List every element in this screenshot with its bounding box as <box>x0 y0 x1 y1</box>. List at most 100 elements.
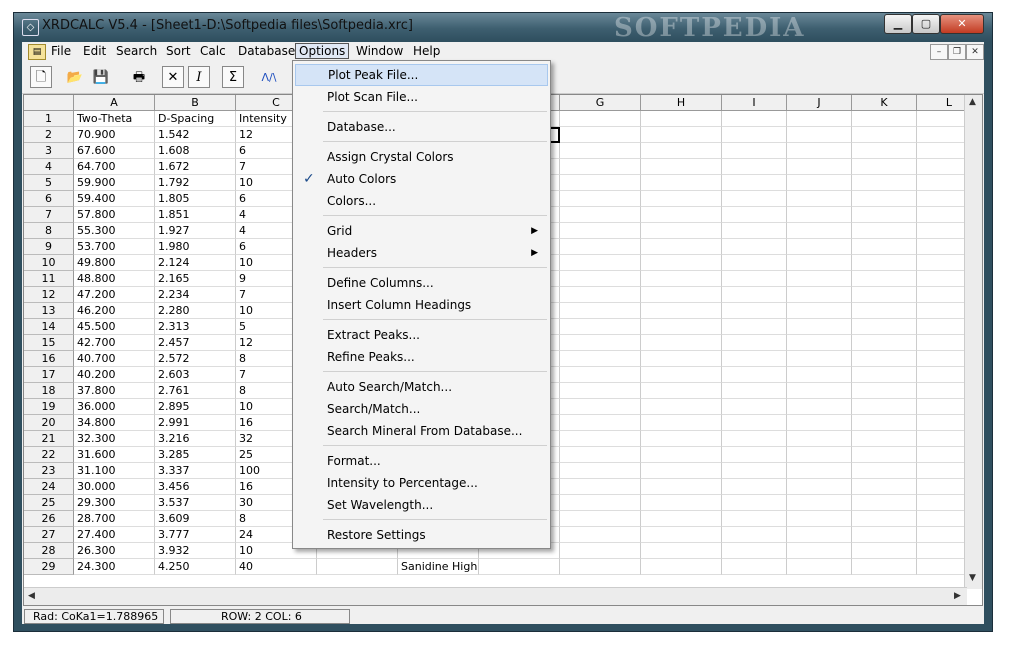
menu-item-define-columns[interactable]: Define Columns... <box>295 272 548 294</box>
row-header[interactable]: 2 <box>24 127 74 143</box>
grid-cell[interactable] <box>560 271 641 287</box>
grid-cell[interactable] <box>852 367 917 383</box>
grid-cell[interactable] <box>787 175 852 191</box>
new-file-icon[interactable]: 🗋 <box>30 66 52 88</box>
menu-item-format[interactable]: Format... <box>295 450 548 472</box>
menu-edit[interactable]: Edit <box>83 44 106 58</box>
grid-cell[interactable]: 1.927 <box>155 223 236 239</box>
grid-cell[interactable] <box>852 463 917 479</box>
grid-cell[interactable] <box>560 351 641 367</box>
row-header[interactable]: 4 <box>24 159 74 175</box>
grid-cell[interactable]: 1.672 <box>155 159 236 175</box>
row-header[interactable]: 26 <box>24 511 74 527</box>
grid-cell[interactable] <box>787 559 852 575</box>
menu-item-plot-peak-file[interactable]: Plot Peak File... <box>295 64 548 86</box>
grid-cell[interactable] <box>641 271 722 287</box>
grid-cell[interactable]: 53.700 <box>74 239 155 255</box>
row-header[interactable]: 7 <box>24 207 74 223</box>
grid-cell[interactable] <box>641 511 722 527</box>
grid-cell[interactable] <box>787 223 852 239</box>
grid-cell[interactable] <box>722 287 787 303</box>
menu-file[interactable]: File <box>51 44 71 58</box>
grid-cell[interactable] <box>560 431 641 447</box>
grid-cell[interactable] <box>560 335 641 351</box>
row-header[interactable]: 24 <box>24 479 74 495</box>
grid-cell[interactable]: 2.280 <box>155 303 236 319</box>
grid-cell[interactable]: 40.200 <box>74 367 155 383</box>
grid-cell[interactable] <box>722 223 787 239</box>
grid-cell[interactable]: 28.700 <box>74 511 155 527</box>
grid-cell[interactable]: 3.609 <box>155 511 236 527</box>
grid-cell[interactable] <box>560 255 641 271</box>
grid-cell[interactable]: 30.000 <box>74 479 155 495</box>
grid-cell[interactable] <box>560 463 641 479</box>
grid-cell[interactable] <box>787 255 852 271</box>
grid-cell[interactable]: 40 <box>236 559 317 575</box>
row-header[interactable]: 27 <box>24 527 74 543</box>
grid-cell[interactable]: 31.100 <box>74 463 155 479</box>
column-header-i[interactable]: I <box>722 95 787 111</box>
row-header[interactable]: 14 <box>24 319 74 335</box>
grid-cell[interactable] <box>722 143 787 159</box>
corner-header[interactable] <box>24 95 74 111</box>
row-header[interactable]: 5 <box>24 175 74 191</box>
grid-cell[interactable] <box>787 159 852 175</box>
italic-icon[interactable]: I <box>188 66 210 88</box>
grid-cell[interactable] <box>560 143 641 159</box>
row-header[interactable]: 1 <box>24 111 74 127</box>
grid-cell[interactable] <box>852 207 917 223</box>
grid-cell[interactable] <box>852 447 917 463</box>
grid-cell[interactable] <box>852 271 917 287</box>
grid-cell[interactable] <box>787 207 852 223</box>
open-folder-icon[interactable]: 📂 <box>64 66 86 88</box>
grid-cell[interactable] <box>722 127 787 143</box>
grid-cell[interactable]: D-Spacing <box>155 111 236 127</box>
grid-cell[interactable] <box>787 431 852 447</box>
grid-cell[interactable]: 45.500 <box>74 319 155 335</box>
grid-cell[interactable] <box>560 543 641 559</box>
save-disk-icon[interactable]: 💾 <box>90 66 112 88</box>
grid-cell[interactable] <box>852 111 917 127</box>
grid-cell[interactable] <box>787 143 852 159</box>
grid-cell[interactable]: 2.124 <box>155 255 236 271</box>
grid-cell[interactable] <box>722 175 787 191</box>
grid-cell[interactable] <box>641 367 722 383</box>
menu-item-headers[interactable]: Headers ▶ <box>295 242 548 264</box>
grid-cell[interactable] <box>852 223 917 239</box>
grid-cell[interactable] <box>722 463 787 479</box>
grid-cell[interactable] <box>787 271 852 287</box>
grid-cell[interactable] <box>787 111 852 127</box>
menu-item-extract-peaks[interactable]: Extract Peaks... <box>295 324 548 346</box>
grid-cell[interactable] <box>560 367 641 383</box>
grid-cell[interactable]: 2.991 <box>155 415 236 431</box>
grid-cell[interactable] <box>560 175 641 191</box>
grid-cell[interactable] <box>641 479 722 495</box>
grid-cell[interactable] <box>560 319 641 335</box>
menu-item-restore-settings[interactable]: Restore Settings <box>295 524 548 546</box>
row-header[interactable]: 18 <box>24 383 74 399</box>
grid-cell[interactable] <box>852 495 917 511</box>
grid-cell[interactable]: 36.000 <box>74 399 155 415</box>
print-icon[interactable]: 🖶 <box>128 66 150 88</box>
grid-cell[interactable] <box>641 543 722 559</box>
grid-cell[interactable] <box>560 223 641 239</box>
grid-cell[interactable] <box>722 511 787 527</box>
grid-cell[interactable] <box>560 287 641 303</box>
grid-cell[interactable] <box>641 111 722 127</box>
mdi-minimize-button[interactable]: – <box>930 44 948 60</box>
grid-cell[interactable]: 1.805 <box>155 191 236 207</box>
menu-help[interactable]: Help <box>413 44 440 58</box>
grid-cell[interactable] <box>641 415 722 431</box>
menu-item-auto-search-match[interactable]: Auto Search/Match... <box>295 376 548 398</box>
grid-cell[interactable] <box>852 255 917 271</box>
grid-cell[interactable] <box>722 207 787 223</box>
delete-icon[interactable]: ✕ <box>162 66 184 88</box>
menu-item-insert-column-headings[interactable]: Insert Column Headings <box>295 294 548 316</box>
grid-cell[interactable] <box>787 527 852 543</box>
grid-cell[interactable] <box>722 527 787 543</box>
column-header-a[interactable]: A <box>74 95 155 111</box>
menu-item-grid[interactable]: Grid ▶ <box>295 220 548 242</box>
row-header[interactable]: 3 <box>24 143 74 159</box>
menu-item-search-mineral-from-database[interactable]: Search Mineral From Database... <box>295 420 548 442</box>
mdi-close-button[interactable]: ✕ <box>966 44 984 60</box>
